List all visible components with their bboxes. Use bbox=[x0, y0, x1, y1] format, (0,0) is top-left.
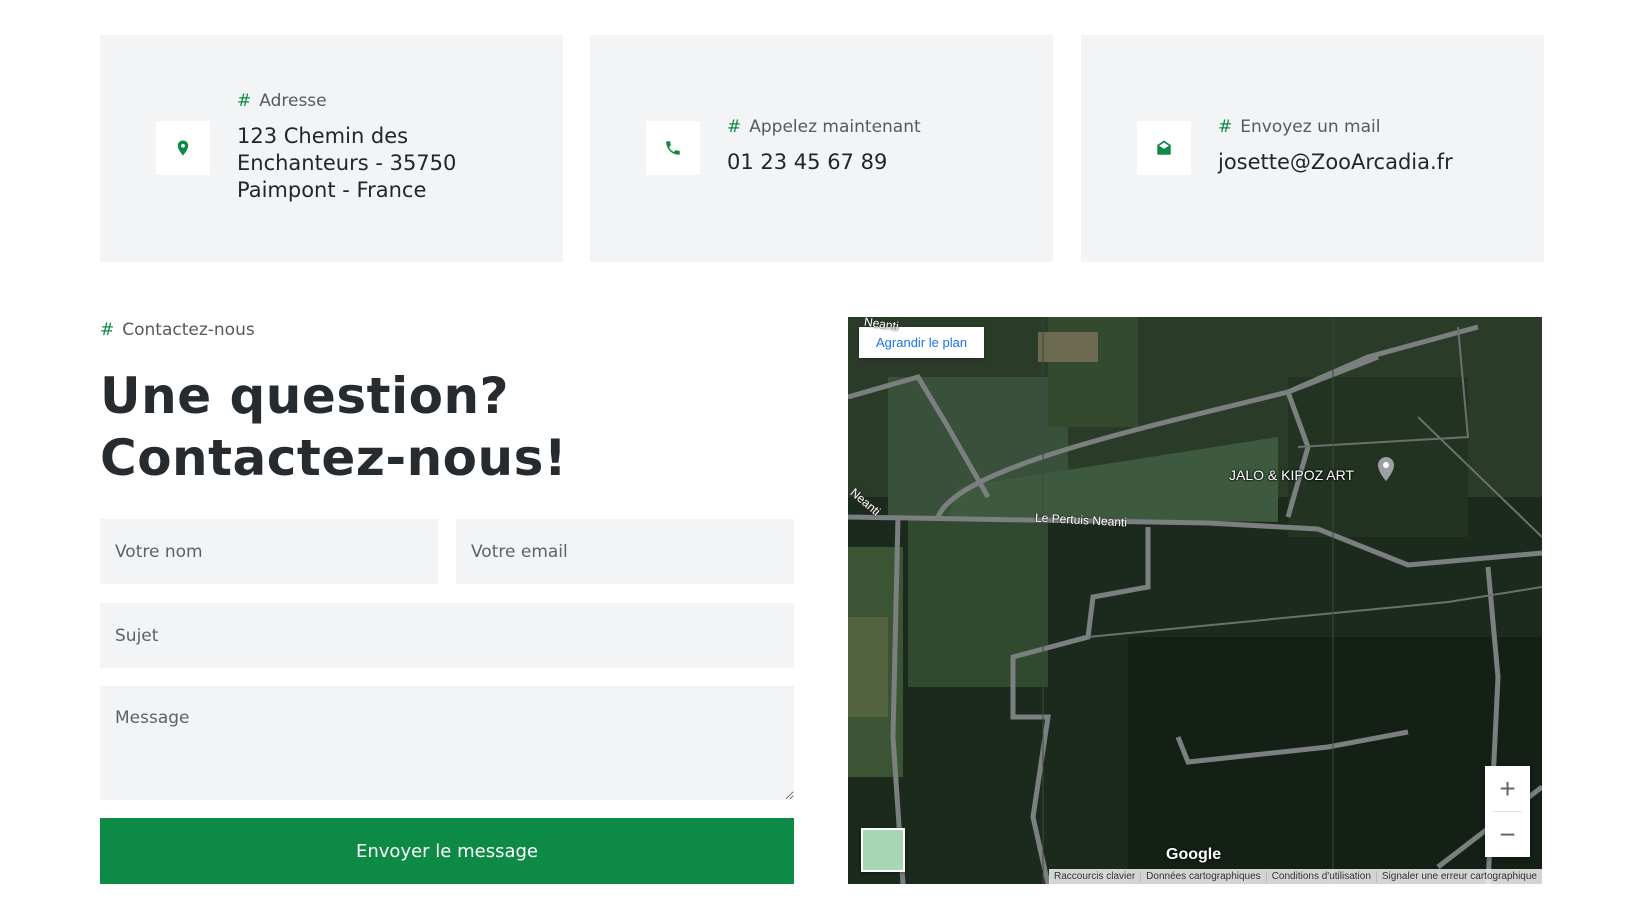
message-textarea[interactable] bbox=[100, 686, 794, 800]
email-label: # Envoyez un mail bbox=[1218, 117, 1453, 137]
map-attribution-bar: Raccourcis clavier Données cartographiqu… bbox=[1049, 869, 1542, 884]
name-input[interactable] bbox=[100, 519, 438, 584]
zoom-in-button[interactable]: + bbox=[1485, 766, 1530, 811]
zoom-controls: + − bbox=[1485, 766, 1530, 857]
email-card-text: # Envoyez un mail josette@ZooArcadia.fr bbox=[1218, 117, 1453, 176]
keyboard-shortcuts-link[interactable]: Raccourcis clavier bbox=[1049, 871, 1140, 882]
hash-mark: # bbox=[237, 91, 252, 111]
page-title: Une question? Contactez-nous! bbox=[100, 367, 568, 487]
map-pin-icon bbox=[156, 121, 210, 175]
address-card-text: # Adresse 123 Chemin des Enchanteurs - 35… bbox=[237, 91, 467, 204]
google-logo: Google bbox=[1166, 846, 1222, 863]
email-input[interactable] bbox=[456, 519, 794, 584]
address-value: 123 Chemin des Enchanteurs - 35750 Paimp… bbox=[237, 124, 457, 202]
envelope-open-icon bbox=[1137, 121, 1191, 175]
address-card: # Adresse 123 Chemin des Enchanteurs - 35… bbox=[100, 35, 563, 262]
phone-card: # Appelez maintenant 01 23 45 67 89 bbox=[590, 35, 1053, 262]
phone-icon bbox=[646, 121, 700, 175]
email-label-text: Envoyez un mail bbox=[1240, 117, 1381, 137]
contact-label-text: Contactez-nous bbox=[122, 320, 255, 340]
enlarge-map-button[interactable]: Agrandir le plan bbox=[859, 327, 985, 358]
phone-card-text: # Appelez maintenant 01 23 45 67 89 bbox=[727, 117, 921, 176]
hash-mark: # bbox=[1218, 117, 1233, 137]
address-label-text: Adresse bbox=[259, 91, 327, 111]
map-embed[interactable]: Agrandir le plan JALO & KIPOZ ART Le Per… bbox=[848, 317, 1542, 884]
phone-value[interactable]: 01 23 45 67 89 bbox=[727, 149, 921, 176]
phone-label-text: Appelez maintenant bbox=[749, 117, 921, 137]
hash-mark: # bbox=[727, 117, 742, 137]
satellite-map-image[interactable] bbox=[848, 317, 1542, 884]
contact-section-label: # Contactez-nous bbox=[100, 320, 255, 340]
email-value[interactable]: josette@ZooArcadia.fr bbox=[1218, 149, 1453, 176]
hash-mark: # bbox=[100, 320, 115, 340]
map-data-link[interactable]: Données cartographiques bbox=[1140, 871, 1266, 882]
terms-link[interactable]: Conditions d'utilisation bbox=[1265, 871, 1376, 882]
report-error-link[interactable]: Signaler une erreur cartographique bbox=[1375, 871, 1542, 882]
phone-label: # Appelez maintenant bbox=[727, 117, 921, 137]
poi-label[interactable]: JALO & KIPOZ ART bbox=[1229, 467, 1354, 483]
map-layer-toggle[interactable] bbox=[861, 828, 905, 872]
zoom-out-button[interactable]: − bbox=[1485, 812, 1530, 857]
email-card: # Envoyez un mail josette@ZooArcadia.fr bbox=[1081, 35, 1544, 262]
address-label: # Adresse bbox=[237, 91, 467, 111]
send-message-button[interactable]: Envoyer le message bbox=[100, 818, 794, 884]
subject-input[interactable] bbox=[100, 603, 794, 668]
